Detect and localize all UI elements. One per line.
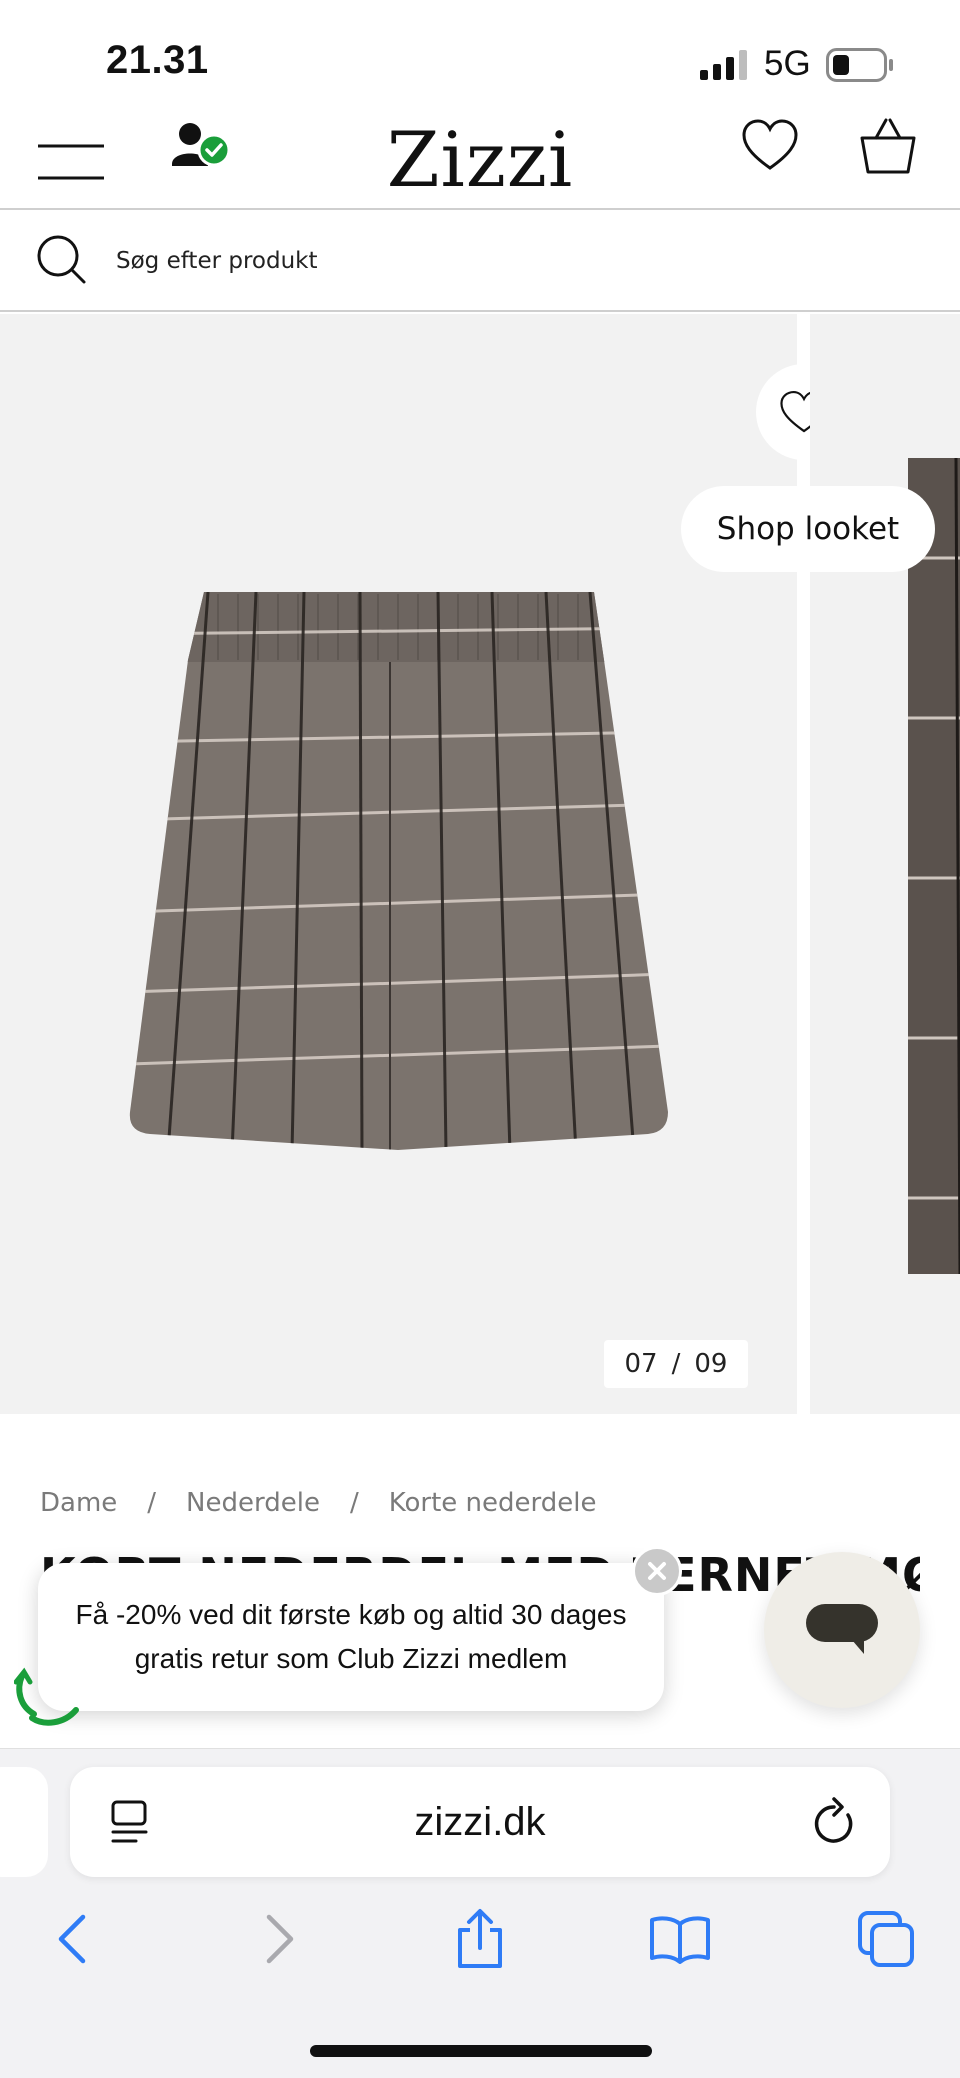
product-image	[129, 592, 668, 1150]
image-counter: 07 / 09	[604, 1340, 748, 1388]
user-verified-icon[interactable]	[170, 120, 232, 176]
status-bar: 21.31 5G	[0, 0, 960, 110]
counter-current: 07	[624, 1349, 658, 1379]
shopping-bag-icon[interactable]	[856, 114, 920, 178]
tabs-icon	[858, 1911, 914, 1967]
breadcrumb: Dame / Nederdele / Korte nederdele	[40, 1488, 596, 1518]
back-button[interactable]	[40, 1907, 104, 1971]
battery-icon	[826, 48, 893, 82]
chat-icon	[806, 1604, 878, 1654]
shop-look-button[interactable]: Shop looket	[681, 486, 935, 572]
close-promo-button[interactable]	[632, 1546, 682, 1596]
network-label: 5G	[764, 44, 811, 83]
signal-icon	[700, 50, 747, 80]
url-text[interactable]: zizzi.dk	[190, 1767, 770, 1877]
address-bar[interactable]: zizzi.dk	[70, 1767, 890, 1877]
product-gallery[interactable]: 07 / 09 Shop looket	[0, 314, 960, 1414]
counter-total: 09	[694, 1349, 728, 1379]
status-time: 21.31	[106, 38, 209, 82]
counter-separator: /	[671, 1349, 681, 1379]
promo-text: Få -20% ved dit første køb og altid 30 d…	[75, 1599, 627, 1674]
breadcrumb-item-nederdele[interactable]: Nederdele	[186, 1488, 320, 1518]
loading-icon	[14, 1667, 79, 1726]
share-icon	[458, 1909, 502, 1968]
chevron-right-icon	[266, 1914, 294, 1964]
next-product-image	[908, 458, 960, 1274]
chevron-left-icon	[58, 1914, 86, 1964]
breadcrumb-separator: /	[349, 1488, 359, 1518]
bookmarks-button[interactable]	[648, 1907, 712, 1971]
book-icon	[650, 1916, 710, 1964]
site-logo[interactable]: Zizzi	[300, 110, 660, 210]
search-icon[interactable]	[36, 234, 88, 286]
share-button[interactable]	[448, 1907, 512, 1971]
previous-tab-preview[interactable]	[0, 1767, 48, 1877]
chat-button[interactable]	[764, 1552, 920, 1708]
next-image-slide[interactable]	[810, 314, 960, 1414]
heart-icon[interactable]	[740, 116, 800, 176]
reload-icon[interactable]	[810, 1797, 858, 1847]
breadcrumb-item-korte-nederdele[interactable]: Korte nederdele	[389, 1488, 597, 1518]
search-bar	[0, 212, 960, 312]
page-menu-icon[interactable]	[110, 1799, 154, 1845]
site-header: Zizzi	[0, 110, 960, 210]
breadcrumb-separator: /	[147, 1488, 157, 1518]
browser-bottom-bar: zizzi.dk	[0, 1748, 960, 2078]
product-image-slide[interactable]: 07 / 09	[0, 314, 852, 1414]
breadcrumb-item-dame[interactable]: Dame	[40, 1488, 117, 1518]
home-indicator[interactable]	[310, 2045, 652, 2057]
tabs-button[interactable]	[854, 1907, 918, 1971]
menu-icon[interactable]	[36, 130, 106, 180]
forward-button[interactable]	[248, 1907, 312, 1971]
club-promo-popup[interactable]: Få -20% ved dit første køb og altid 30 d…	[38, 1563, 664, 1711]
search-input[interactable]	[116, 238, 896, 284]
close-icon	[648, 1562, 666, 1580]
